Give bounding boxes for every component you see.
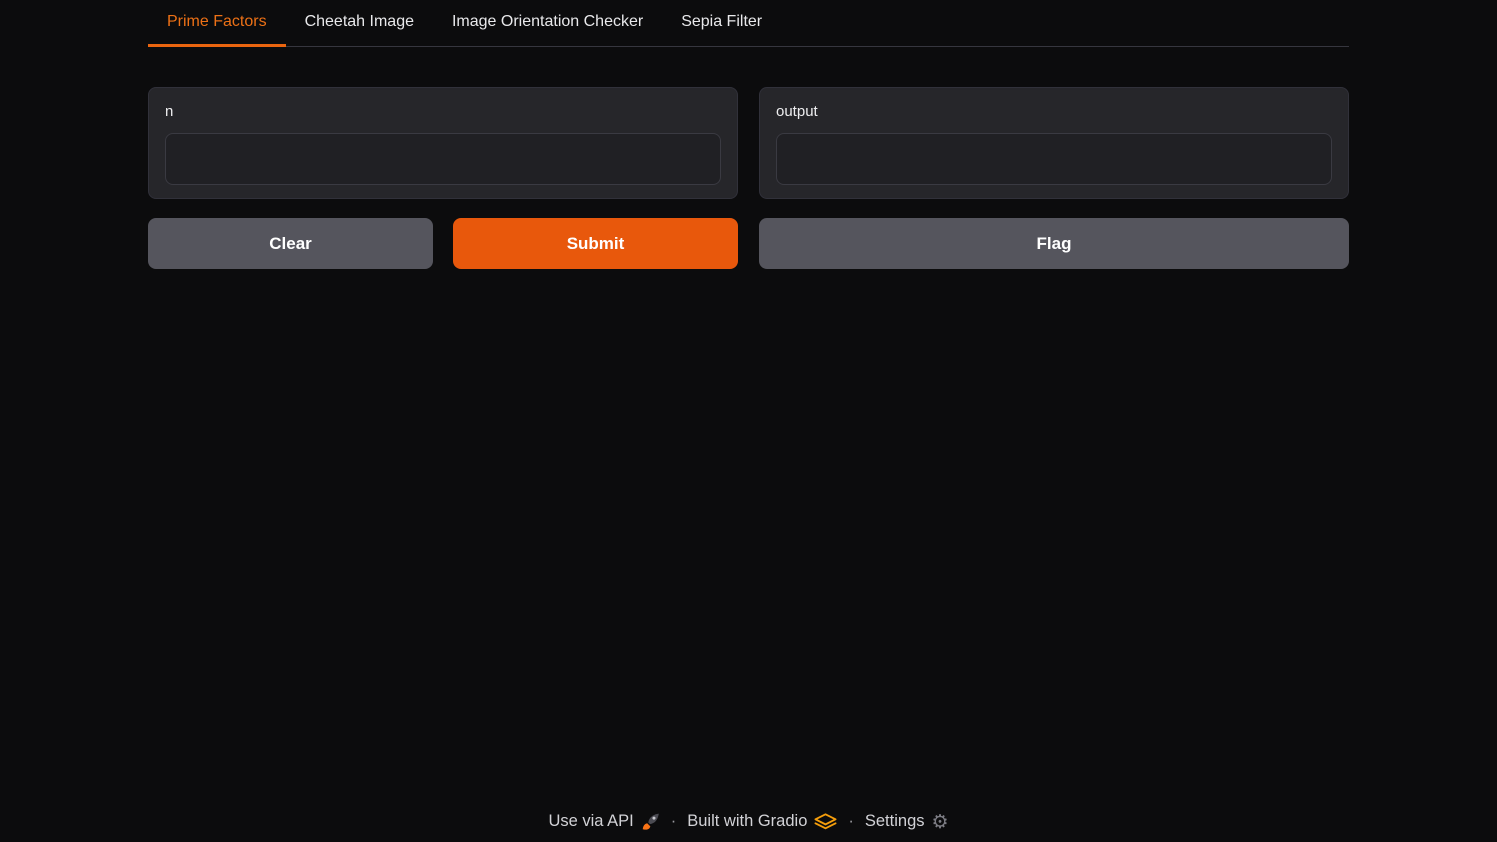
action-buttons-row: Clear Submit Flag bbox=[148, 218, 1349, 269]
submit-button[interactable]: Submit bbox=[453, 218, 738, 269]
flag-group: Flag bbox=[759, 218, 1349, 269]
built-with-gradio-link[interactable]: Built with Gradio bbox=[687, 812, 837, 831]
output-panel-label: output bbox=[776, 103, 1332, 120]
built-with-gradio-label: Built with Gradio bbox=[687, 812, 807, 831]
output-panel: output bbox=[759, 87, 1349, 199]
io-panels-row: n output bbox=[148, 87, 1349, 199]
clear-submit-group: Clear Submit bbox=[148, 218, 738, 269]
gradio-app: Prime Factors Cheetah Image Image Orient… bbox=[0, 0, 1497, 842]
rocket-icon bbox=[641, 812, 660, 831]
output-field[interactable] bbox=[776, 133, 1332, 185]
tab-cheetah-image[interactable]: Cheetah Image bbox=[286, 0, 433, 47]
settings-label: Settings bbox=[865, 812, 925, 831]
use-via-api-label: Use via API bbox=[548, 812, 633, 831]
settings-link[interactable]: Settings ⚙ bbox=[865, 812, 949, 831]
main-container: Prime Factors Cheetah Image Image Orient… bbox=[148, 0, 1349, 269]
footer-separator: · bbox=[669, 812, 679, 831]
footer-separator: · bbox=[846, 812, 856, 831]
input-panel: n bbox=[148, 87, 738, 199]
gear-icon: ⚙ bbox=[932, 813, 949, 832]
tab-bar: Prime Factors Cheetah Image Image Orient… bbox=[148, 0, 1349, 47]
tab-prime-factors[interactable]: Prime Factors bbox=[148, 0, 286, 47]
clear-button[interactable]: Clear bbox=[148, 218, 433, 269]
input-panel-label: n bbox=[165, 103, 721, 120]
tab-sepia-filter[interactable]: Sepia Filter bbox=[662, 0, 781, 47]
gradio-logo bbox=[814, 813, 837, 830]
tab-image-orientation-checker[interactable]: Image Orientation Checker bbox=[433, 0, 662, 47]
flag-button[interactable]: Flag bbox=[759, 218, 1349, 269]
use-via-api-link[interactable]: Use via API bbox=[548, 812, 659, 831]
n-input[interactable] bbox=[165, 133, 721, 185]
footer: Use via API · Built with Gradio · Settin… bbox=[0, 812, 1497, 831]
